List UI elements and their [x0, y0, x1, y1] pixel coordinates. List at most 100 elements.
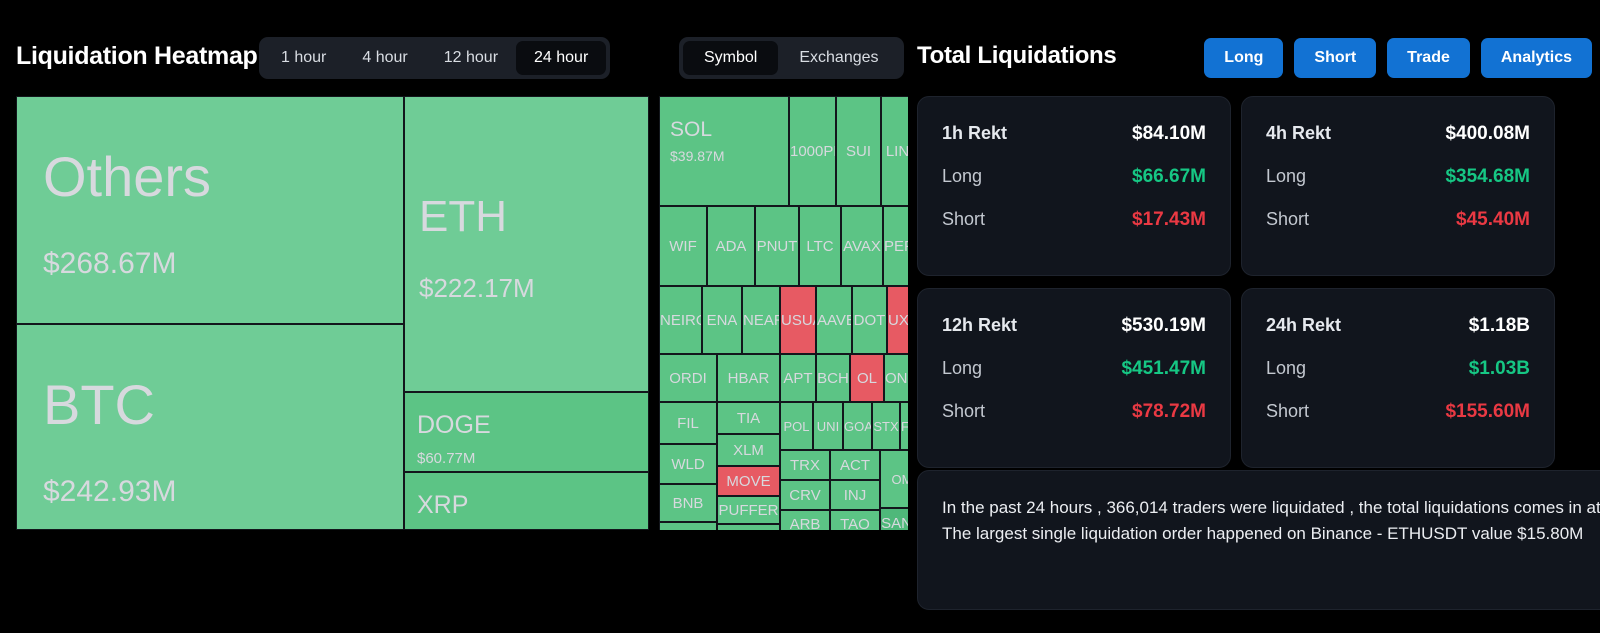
- short-button[interactable]: Short: [1294, 38, 1376, 78]
- treemap-tile[interactable]: ADA: [707, 206, 755, 286]
- tile-symbol-label: ARB: [790, 517, 821, 531]
- treemap-tile[interactable]: PUFFER: [717, 496, 780, 524]
- tile-symbol-label: XLM: [733, 443, 764, 458]
- treemap-tile[interactable]: XLM: [717, 434, 780, 466]
- treemap-tile[interactable]: MOVE: [717, 466, 780, 496]
- treemap-tile[interactable]: BNB: [659, 484, 717, 522]
- tile-symbol-label: CRV: [789, 488, 820, 503]
- treemap-tile[interactable]: WLD: [659, 444, 717, 484]
- tile-symbol-label: DOT: [854, 313, 886, 328]
- treemap-tile[interactable]: SAND: [880, 508, 908, 530]
- stat-long-value: $354.68M: [1445, 166, 1530, 188]
- timeframe-tab-group[interactable]: 1 hour4 hour12 hour24 hour: [259, 37, 610, 79]
- stat-long-value: $1.03B: [1469, 358, 1530, 380]
- stat-long-value: $451.47M: [1121, 358, 1206, 380]
- treemap-tile[interactable]: GOAT: [843, 402, 872, 450]
- treemap-tile[interactable]: SUI: [836, 96, 881, 206]
- tile-symbol-label: MOVE: [726, 474, 770, 489]
- stat-short-value: $155.60M: [1445, 401, 1530, 423]
- treemap-tile[interactable]: ENA: [702, 286, 742, 354]
- stat-short-label: Short: [1266, 401, 1309, 422]
- treemap-tile[interactable]: INJ: [830, 480, 880, 510]
- tile-symbol-label: SOL: [670, 119, 712, 140]
- treemap-tile[interactable]: ETH$222.17M: [404, 96, 649, 392]
- tile-value-label: $60.77M: [417, 451, 475, 466]
- view-toggle-exchanges[interactable]: Exchanges: [778, 41, 899, 75]
- timeframe-tab-12-hour[interactable]: 12 hour: [426, 41, 516, 75]
- treemap-tile[interactable]: USUAL: [780, 286, 816, 354]
- view-toggle-symbol[interactable]: Symbol: [683, 41, 778, 75]
- stat-card-12h: 12h Rekt $530.19M Long $451.47M Short $7…: [917, 288, 1231, 468]
- treemap-tile[interactable]: LTC: [799, 206, 841, 286]
- stat-total-value: $400.08M: [1445, 123, 1530, 145]
- treemap-tile[interactable]: Others$268.67M: [16, 96, 404, 324]
- tile-symbol-label: SAND: [881, 516, 908, 531]
- tile-symbol-label: ETC: [734, 530, 764, 531]
- tile-symbol-label: USUAL: [781, 313, 815, 328]
- trade-button[interactable]: Trade: [1387, 38, 1470, 78]
- timeframe-tab-1-hour[interactable]: 1 hour: [263, 41, 344, 75]
- treemap-tile[interactable]: NEIRO: [659, 286, 702, 354]
- stat-row-total: 24h Rekt $1.18B: [1266, 315, 1530, 337]
- treemap-tile[interactable]: WIF: [659, 206, 707, 286]
- treemap-tile[interactable]: PENGU: [659, 522, 717, 530]
- long-button[interactable]: Long: [1204, 38, 1283, 78]
- treemap-tile[interactable]: UNI: [813, 402, 843, 450]
- treemap-tile[interactable]: OL: [850, 354, 884, 402]
- treemap-tile[interactable]: FIL: [659, 402, 717, 444]
- treemap-tile[interactable]: XRP$46.79M: [404, 472, 649, 530]
- tile-symbol-label: PEPE: [884, 239, 908, 254]
- stat-card-1h: 1h Rekt $84.10M Long $66.67M Short $17.4…: [917, 96, 1231, 276]
- treemap-tile[interactable]: BCH: [816, 354, 850, 402]
- treemap-tile[interactable]: ORDI: [659, 354, 717, 402]
- analytics-button[interactable]: Analytics: [1481, 38, 1592, 78]
- tile-symbol-label: NEIRO: [660, 313, 701, 328]
- treemap-tile[interactable]: TRX: [780, 450, 830, 480]
- treemap-tile[interactable]: DOT: [852, 286, 887, 354]
- treemap-tile[interactable]: ARB: [780, 510, 830, 530]
- treemap-tile[interactable]: DOGE$60.77M: [404, 392, 649, 472]
- tile-symbol-label: BTC: [43, 377, 155, 433]
- treemap-tile[interactable]: STX: [872, 402, 900, 450]
- treemap-tile[interactable]: BTC$242.93M: [16, 324, 404, 530]
- treemap-tile[interactable]: APT: [780, 354, 816, 402]
- treemap-tile[interactable]: AAVE: [816, 286, 852, 354]
- stat-row-total: 12h Rekt $530.19M: [942, 315, 1206, 337]
- action-button-group: Long Short Trade Analytics: [1204, 38, 1592, 78]
- treemap-tile[interactable]: POL: [780, 402, 813, 450]
- treemap-tile[interactable]: TIA: [717, 402, 780, 434]
- liquidation-treemap[interactable]: Others$268.67MBTC$242.93METH$222.17MDOGE…: [16, 96, 908, 530]
- treemap-tile[interactable]: PNUT: [755, 206, 799, 286]
- stat-long-label: Long: [1266, 358, 1306, 379]
- treemap-tile[interactable]: UXLINK: [887, 286, 908, 354]
- treemap-tile[interactable]: HBAR: [717, 354, 780, 402]
- view-mode-toggle-group[interactable]: SymbolExchanges: [679, 37, 904, 79]
- treemap-tile[interactable]: CRV: [780, 480, 830, 510]
- treemap-tile[interactable]: SOL$39.87M: [659, 96, 789, 206]
- app-header: Liquidation Heatmap 1 hour4 hour12 hour2…: [0, 0, 1600, 92]
- stat-long-value: $66.67M: [1132, 166, 1206, 188]
- treemap-tile[interactable]: AVAX: [841, 206, 883, 286]
- treemap-tile[interactable]: NEAR: [742, 286, 780, 354]
- treemap-tile[interactable]: PEPE: [883, 206, 908, 286]
- tile-symbol-label: TIA: [737, 411, 760, 426]
- treemap-tile[interactable]: OM: [880, 450, 908, 508]
- tile-symbol-label: APT: [783, 371, 812, 386]
- stat-period-label: 12h Rekt: [942, 315, 1017, 336]
- tile-symbol-label: ACT: [840, 458, 870, 473]
- treemap-tile[interactable]: FTM: [900, 402, 908, 450]
- treemap-tile[interactable]: ONDO: [884, 354, 908, 402]
- tile-symbol-label: 1000PEPE: [790, 144, 835, 159]
- treemap-tile[interactable]: ACT: [830, 450, 880, 480]
- page-title: Liquidation Heatmap: [16, 42, 258, 71]
- treemap-tile[interactable]: LINK: [881, 96, 908, 206]
- treemap-tile[interactable]: 1000PEPE: [789, 96, 836, 206]
- tile-symbol-label: GOAT: [844, 420, 871, 433]
- tile-symbol-label: XRP: [417, 493, 468, 518]
- stat-period-label: 1h Rekt: [942, 123, 1007, 144]
- timeframe-tab-24-hour[interactable]: 24 hour: [516, 41, 606, 75]
- tile-symbol-label: PENGU: [661, 529, 714, 531]
- treemap-tile[interactable]: TAO: [830, 510, 880, 530]
- timeframe-tab-4-hour[interactable]: 4 hour: [344, 41, 425, 75]
- treemap-tile[interactable]: ETC: [717, 524, 780, 530]
